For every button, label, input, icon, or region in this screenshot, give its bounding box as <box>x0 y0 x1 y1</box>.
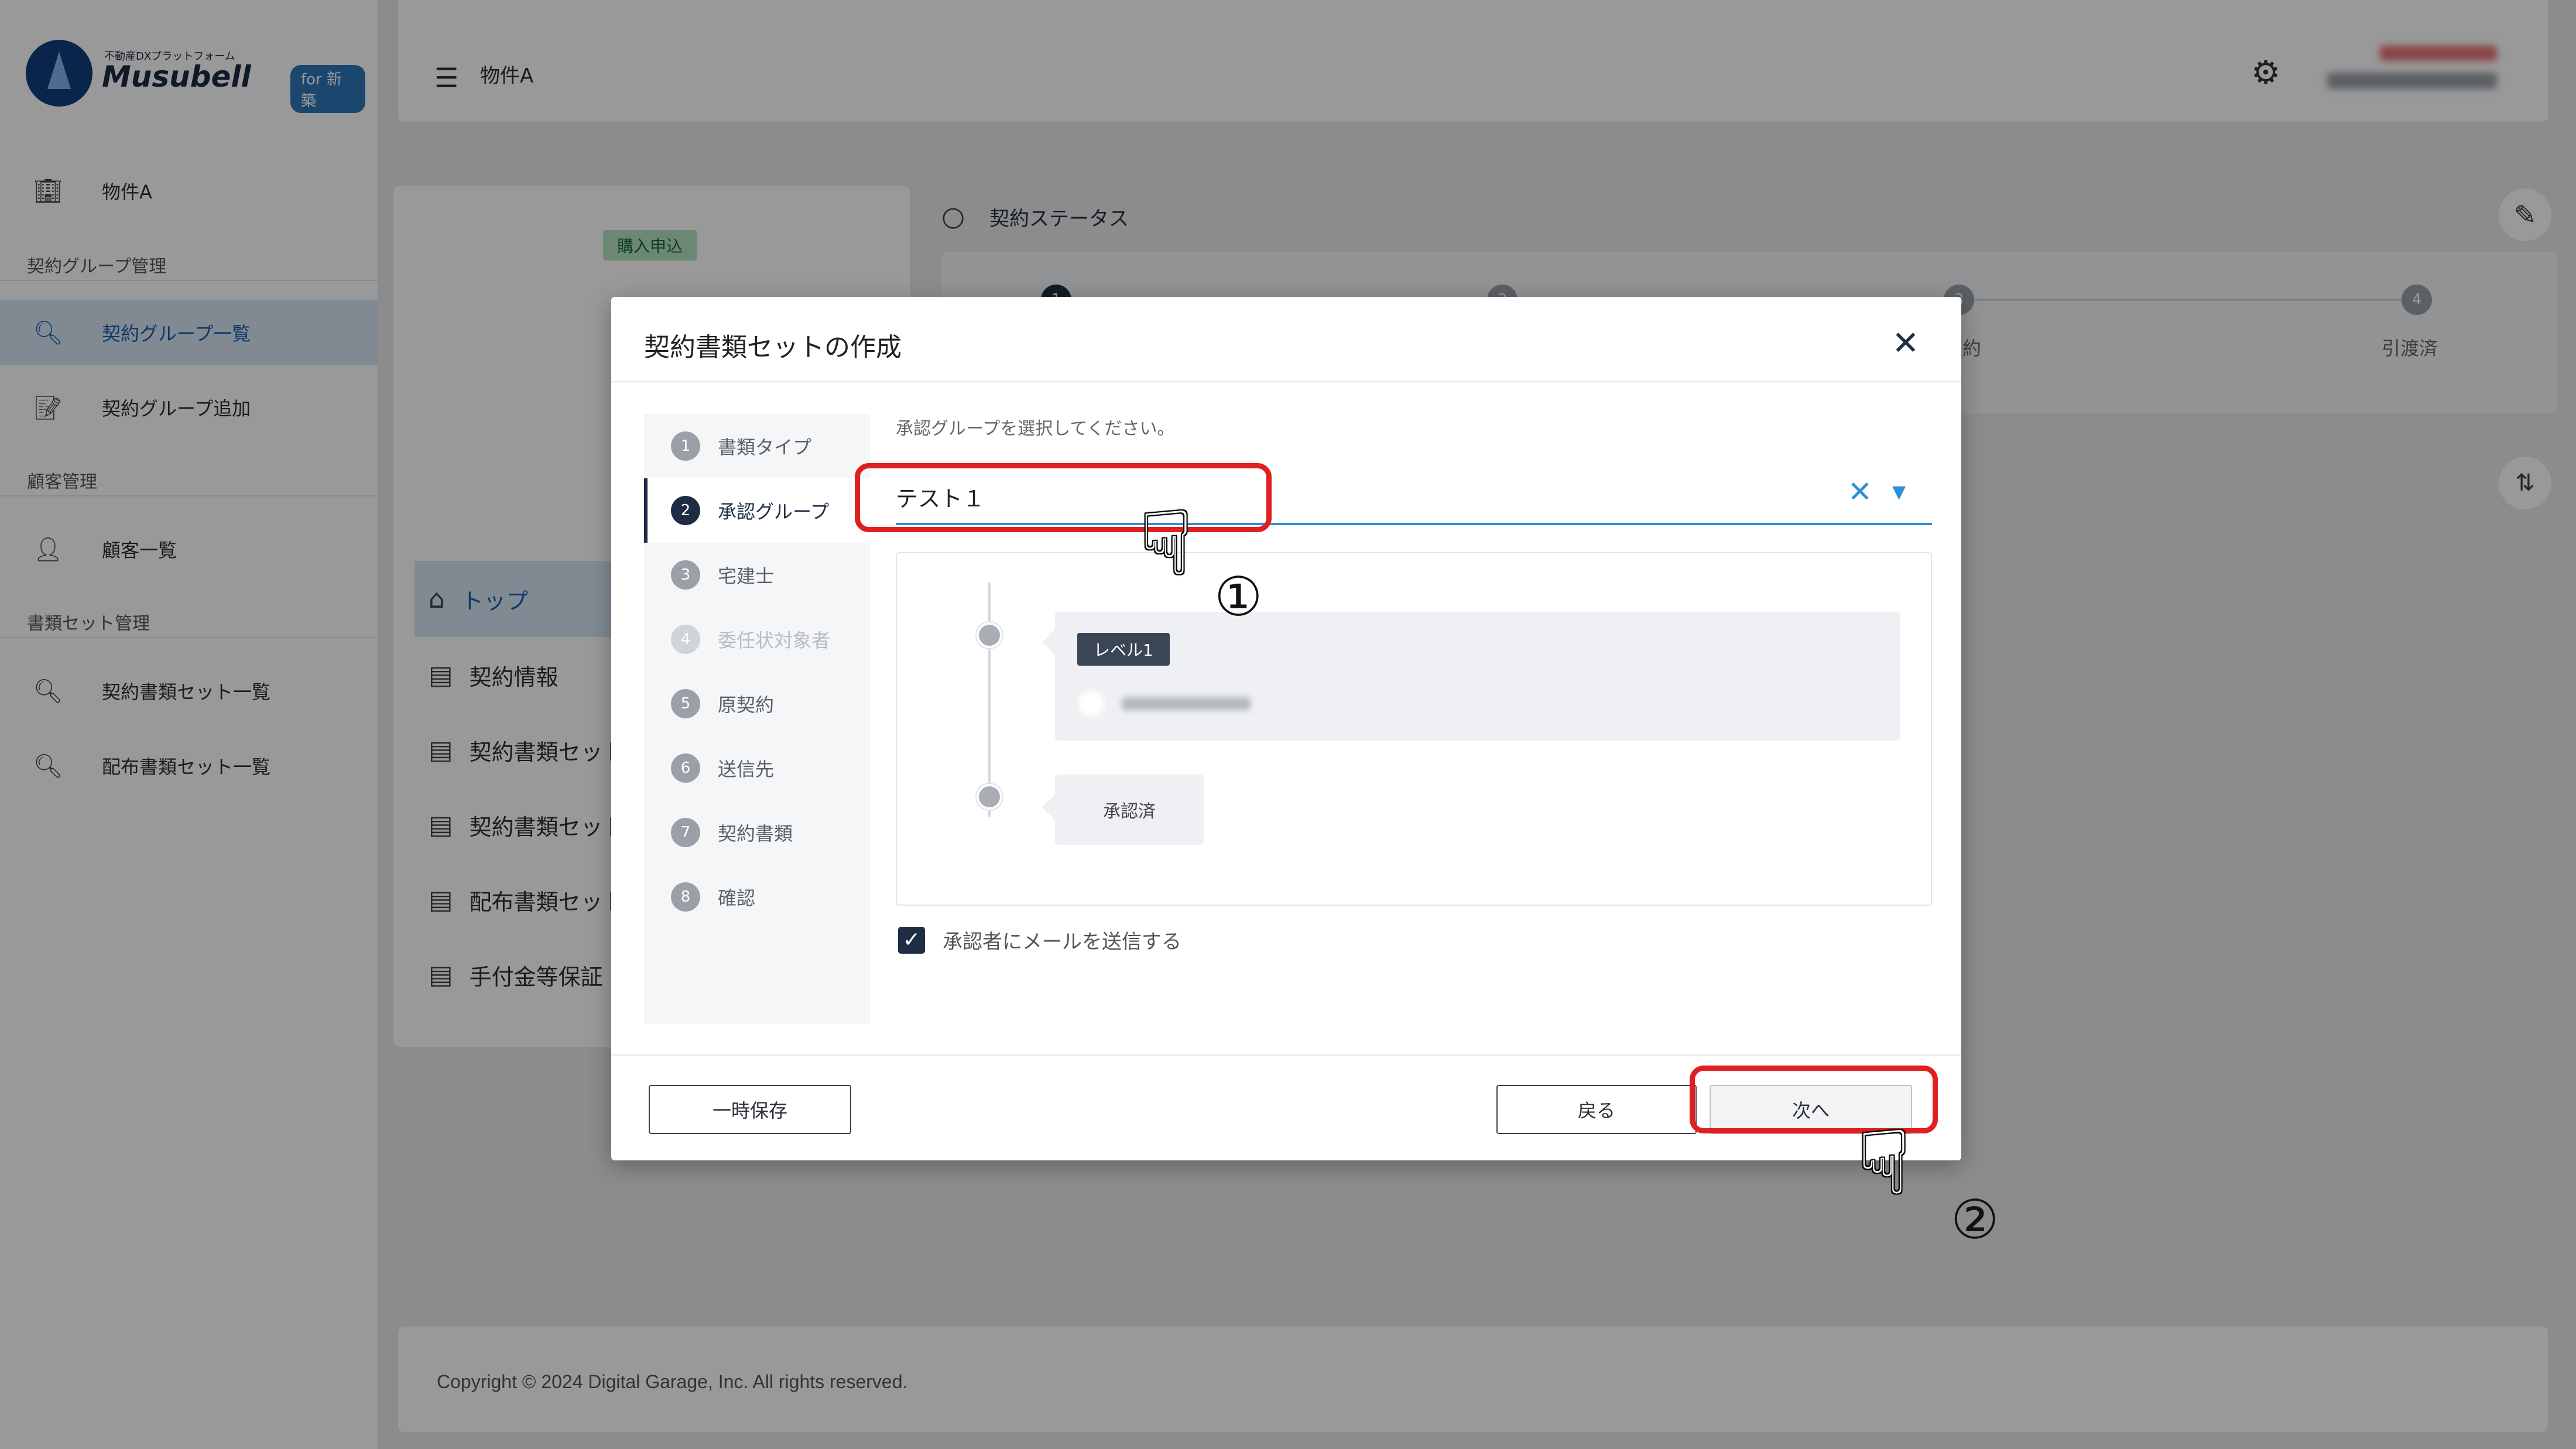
approved-card: 承認済 <box>1042 775 1204 845</box>
pointing-hand-icon: ☟ <box>1139 493 1193 595</box>
back-button[interactable]: 戻る <box>1496 1085 1697 1134</box>
step-number: 2 <box>671 496 700 525</box>
step-number: 1 <box>671 431 700 461</box>
timeline-dot <box>977 622 1002 648</box>
wizard-step-confirm[interactable]: 8 確認 <box>644 865 870 929</box>
create-contract-docset-modal: 契約書類セットの作成 ✕ 1 書類タイプ 2 承認グループ 3 宅建士 4 委任… <box>611 297 1961 1160</box>
step-label: 原契約 <box>718 694 775 716</box>
highlight-box-select <box>855 463 1272 532</box>
step-marker-1: ① <box>1214 566 1263 628</box>
wizard-step-original-contract[interactable]: 5 原契約 <box>644 672 870 736</box>
wizard-step-broker[interactable]: 3 宅建士 <box>644 543 870 607</box>
timeline-line <box>988 583 991 817</box>
clear-icon[interactable]: ✕ <box>1848 475 1872 509</box>
instruction-text: 承認グループを選択してください。 <box>896 419 1175 439</box>
step-number: 8 <box>671 882 700 912</box>
send-mail-option[interactable]: ✓ 承認者にメールを送信する <box>898 926 1181 954</box>
wizard-step-doc-type[interactable]: 1 書類タイプ <box>644 414 870 478</box>
step-number: 4 <box>671 625 700 654</box>
modal-divider <box>611 381 1961 382</box>
modal-title: 契約書類セットの作成 <box>644 333 902 362</box>
step-number: 3 <box>671 560 700 590</box>
send-mail-checkbox[interactable]: ✓ <box>898 926 925 954</box>
avatar <box>1078 691 1104 717</box>
approval-level-card: レベル1 <box>1042 612 1900 741</box>
step-label: 送信先 <box>718 758 775 780</box>
temporary-save-button[interactable]: 一時保存 <box>649 1085 851 1134</box>
approval-flow-timeline: レベル1 承認済 <box>896 552 1932 906</box>
step-number: 5 <box>671 689 700 718</box>
step-number: 6 <box>671 753 700 783</box>
modal-divider <box>611 1054 1961 1056</box>
step-label: 契約書類 <box>718 823 793 845</box>
level-badge: レベル1 <box>1077 633 1170 666</box>
send-mail-label: 承認者にメールを送信する <box>943 930 1181 954</box>
step-label: 確認 <box>718 887 756 909</box>
approver-blurred <box>1078 689 1266 718</box>
wizard-stepper: 1 書類タイプ 2 承認グループ 3 宅建士 4 委任状対象者 5 原契約 6 … <box>644 414 870 1024</box>
step-number: 7 <box>671 818 700 847</box>
close-icon[interactable]: ✕ <box>1885 323 1926 364</box>
wizard-step-approval-group[interactable]: 2 承認グループ <box>644 478 870 543</box>
step-label: 承認グループ <box>718 501 830 523</box>
wizard-step-contract-docs[interactable]: 7 契約書類 <box>644 800 870 865</box>
step-label: 書類タイプ <box>718 436 812 458</box>
pointing-hand-icon: ☟ <box>1857 1112 1911 1214</box>
timeline-dot <box>977 784 1002 810</box>
step-marker-2: ② <box>1951 1188 1999 1251</box>
chevron-down-icon[interactable]: ▼ <box>1892 482 1906 502</box>
step-label: 宅建士 <box>718 565 775 587</box>
wizard-step-proxy-target: 4 委任状対象者 <box>644 607 870 672</box>
step-label: 委任状対象者 <box>718 629 831 652</box>
wizard-step-recipients[interactable]: 6 送信先 <box>644 736 870 800</box>
